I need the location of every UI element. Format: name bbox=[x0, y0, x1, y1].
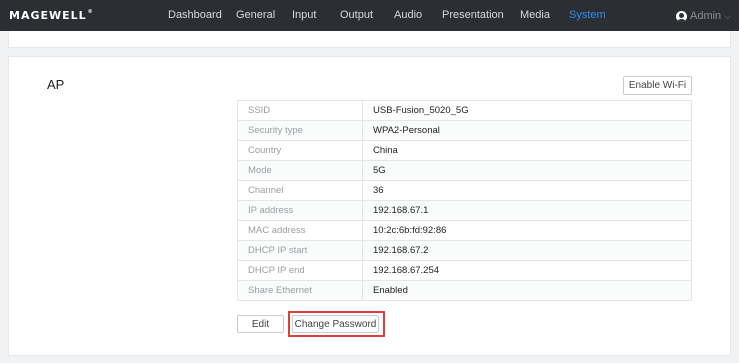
table-row: Share Ethernet Enabled bbox=[237, 280, 692, 301]
chevron-down-icon: ⌵ bbox=[724, 10, 732, 21]
nav-dashboard[interactable]: Dashboard bbox=[168, 0, 222, 31]
nav-presentation[interactable]: Presentation bbox=[442, 0, 504, 31]
field-label: DHCP IP end bbox=[237, 260, 363, 281]
field-label: Country bbox=[237, 140, 363, 161]
field-value: China bbox=[362, 140, 692, 161]
nav-media[interactable]: Media bbox=[520, 0, 550, 31]
table-row: DHCP IP end 192.168.67.254 bbox=[237, 260, 692, 281]
field-label: IP address bbox=[237, 200, 363, 221]
table-row: Security type WPA2-Personal bbox=[237, 120, 692, 141]
field-value: USB-Fusion_5020_5G bbox=[362, 100, 692, 121]
registered-mark: ® bbox=[87, 9, 94, 15]
table-row: SSID USB-Fusion_5020_5G bbox=[237, 100, 692, 121]
top-navigation-bar: MAGEWELL® Dashboard General Input Output… bbox=[0, 0, 739, 31]
table-row: IP address 192.168.67.1 bbox=[237, 200, 692, 221]
table-row: Channel 36 bbox=[237, 180, 692, 201]
page-bottom bbox=[0, 356, 739, 363]
change-password-button[interactable]: Change Password bbox=[292, 315, 379, 333]
field-value: WPA2-Personal bbox=[362, 120, 692, 141]
nav-audio[interactable]: Audio bbox=[394, 0, 422, 31]
ap-info-table: SSID USB-Fusion_5020_5G Security type WPA2-… bbox=[237, 100, 692, 301]
table-row: Country China bbox=[237, 140, 692, 161]
field-value: 192.168.67.2 bbox=[362, 240, 692, 261]
field-value: Enabled bbox=[362, 280, 692, 301]
section-title: AP bbox=[47, 77, 65, 92]
field-label: Security type bbox=[237, 120, 363, 141]
previous-section-card bbox=[8, 31, 731, 48]
nav-input[interactable]: Input bbox=[292, 0, 316, 31]
field-value: 192.168.67.1 bbox=[362, 200, 692, 221]
user-name: Admin bbox=[690, 10, 722, 22]
field-label: MAC address bbox=[237, 220, 363, 241]
field-value: 36 bbox=[362, 180, 692, 201]
field-value: 10:2c:6b:fd:92:86 bbox=[362, 220, 692, 241]
magewell-logo[interactable]: MAGEWELL® bbox=[9, 9, 94, 22]
nav-output[interactable]: Output bbox=[340, 0, 373, 31]
user-avatar-icon bbox=[676, 10, 687, 22]
field-label: Mode bbox=[237, 160, 363, 181]
table-row: DHCP IP start 192.168.67.2 bbox=[237, 240, 692, 261]
enable-wifi-button[interactable]: Enable Wi-Fi bbox=[623, 76, 692, 95]
field-label: Share Ethernet bbox=[237, 280, 363, 301]
nav-general[interactable]: General bbox=[236, 0, 275, 31]
field-label: Channel bbox=[237, 180, 363, 201]
field-value: 5G bbox=[362, 160, 692, 181]
nav-system[interactable]: System bbox=[569, 0, 606, 31]
field-label: SSID bbox=[237, 100, 363, 121]
field-label: DHCP IP start bbox=[237, 240, 363, 261]
logo-text: MAGEWELL bbox=[9, 9, 87, 22]
table-row: MAC address 10:2c:6b:fd:92:86 bbox=[237, 220, 692, 241]
field-value: 192.168.67.254 bbox=[362, 260, 692, 281]
edit-button[interactable]: Edit bbox=[237, 315, 284, 333]
user-menu[interactable]: Admin ⌵ bbox=[676, 8, 731, 24]
table-row: Mode 5G bbox=[237, 160, 692, 181]
